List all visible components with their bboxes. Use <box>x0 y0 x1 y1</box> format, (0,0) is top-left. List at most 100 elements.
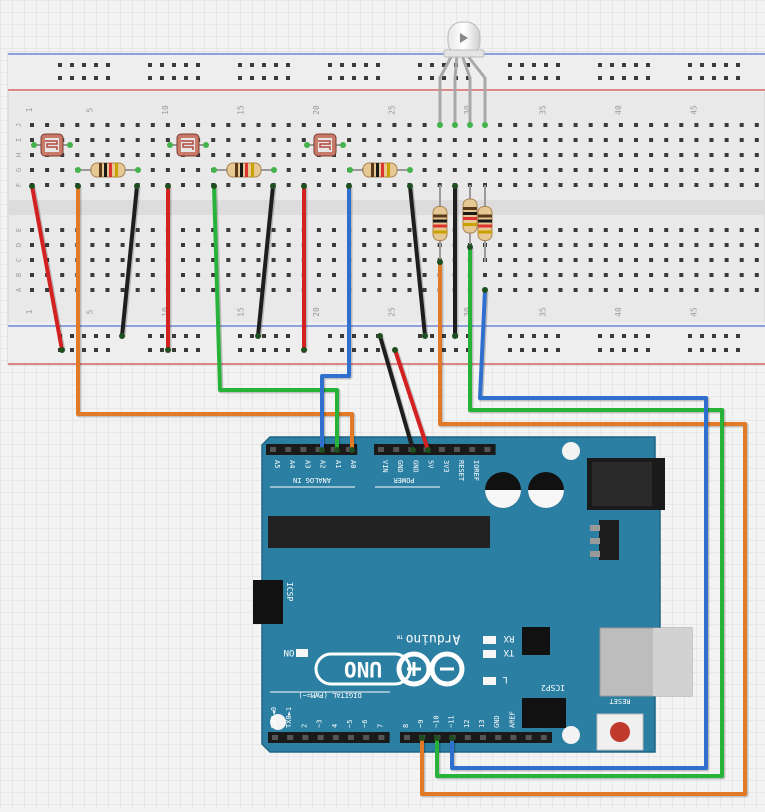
breadboard-hole[interactable] <box>256 288 261 292</box>
breadboard-hole[interactable] <box>181 258 185 262</box>
header-pin[interactable] <box>332 735 339 740</box>
breadboard-hole[interactable] <box>377 153 382 157</box>
breadboard-hole[interactable] <box>150 258 155 262</box>
rail-hole[interactable] <box>262 76 266 80</box>
breadboard-hole[interactable] <box>286 123 291 127</box>
rail-hole[interactable] <box>148 63 152 67</box>
breadboard-hole[interactable] <box>362 273 367 277</box>
breadboard-hole[interactable] <box>135 138 140 142</box>
breadboard-hole[interactable] <box>618 258 623 262</box>
breadboard-hole[interactable] <box>739 273 744 277</box>
breadboard-hole[interactable] <box>573 168 578 172</box>
breadboard-hole[interactable] <box>90 183 95 187</box>
rail-hole[interactable] <box>646 76 650 80</box>
breadboard-hole[interactable] <box>30 258 34 262</box>
breadboard-hole[interactable] <box>407 123 412 127</box>
breadboard-hole[interactable] <box>150 183 155 187</box>
breadboard-hole[interactable] <box>45 288 50 292</box>
breadboard-hole[interactable] <box>105 138 110 142</box>
breadboard-hole[interactable] <box>226 288 231 292</box>
breadboard-hole[interactable] <box>754 288 759 292</box>
rail-hole[interactable] <box>736 334 740 338</box>
breadboard-hole[interactable] <box>45 168 50 172</box>
breadboard-hole[interactable] <box>120 243 125 247</box>
breadboard-hole[interactable] <box>392 288 397 292</box>
rail-hole[interactable] <box>688 63 692 67</box>
rail-hole[interactable] <box>454 348 458 352</box>
breadboard-hole[interactable] <box>513 153 518 157</box>
rail-hole[interactable] <box>508 76 512 80</box>
breadboard-hole[interactable] <box>150 123 155 127</box>
rail-hole[interactable] <box>508 348 512 352</box>
rail-hole[interactable] <box>688 334 692 338</box>
header-pin[interactable] <box>378 735 385 740</box>
breadboard-hole[interactable] <box>165 138 170 142</box>
breadboard-hole[interactable] <box>196 243 201 247</box>
breadboard-hole[interactable] <box>664 288 669 292</box>
breadboard-hole[interactable] <box>724 123 729 127</box>
rail-hole[interactable] <box>544 334 548 338</box>
breadboard-hole[interactable] <box>241 243 246 247</box>
breadboard-hole[interactable] <box>437 168 442 172</box>
breadboard-hole[interactable] <box>301 168 306 172</box>
breadboard-hole[interactable] <box>694 288 699 292</box>
breadboard-hole[interactable] <box>256 183 261 187</box>
breadboard-hole[interactable] <box>30 138 34 142</box>
breadboard-hole[interactable] <box>90 138 95 142</box>
breadboard-hole[interactable] <box>739 258 744 262</box>
breadboard-hole[interactable] <box>301 138 306 142</box>
rail-hole[interactable] <box>544 76 548 80</box>
breadboard-hole[interactable] <box>513 183 518 187</box>
breadboard-hole[interactable] <box>558 183 563 187</box>
breadboard-hole[interactable] <box>256 228 261 232</box>
rail-hole[interactable] <box>364 63 368 67</box>
breadboard-hole[interactable] <box>120 153 125 157</box>
rail-hole[interactable] <box>148 334 152 338</box>
breadboard-hole[interactable] <box>528 123 533 127</box>
breadboard-hole[interactable] <box>513 123 518 127</box>
breadboard-hole[interactable] <box>543 258 548 262</box>
breadboard-hole[interactable] <box>392 273 397 277</box>
rail-hole[interactable] <box>610 334 614 338</box>
rail-hole[interactable] <box>340 334 344 338</box>
breadboard-hole[interactable] <box>301 153 306 157</box>
breadboard-hole[interactable] <box>241 288 246 292</box>
breadboard-hole[interactable] <box>588 123 593 127</box>
rail-hole[interactable] <box>520 63 524 67</box>
breadboard-hole[interactable] <box>181 123 185 127</box>
breadboard-hole[interactable] <box>558 138 563 142</box>
breadboard-hole[interactable] <box>483 153 487 157</box>
rail-hole[interactable] <box>94 334 98 338</box>
breadboard-hole[interactable] <box>573 273 578 277</box>
rail-hole[interactable] <box>700 63 704 67</box>
breadboard-hole[interactable] <box>362 258 367 262</box>
breadboard-hole[interactable] <box>498 183 503 187</box>
breadboard-hole[interactable] <box>528 183 533 187</box>
rail-hole[interactable] <box>286 63 290 67</box>
rail-hole[interactable] <box>274 76 278 80</box>
breadboard-hole[interactable] <box>422 243 427 247</box>
rail-hole[interactable] <box>184 76 188 80</box>
breadboard-hole[interactable] <box>392 183 397 187</box>
breadboard-hole[interactable] <box>45 123 50 127</box>
breadboard-hole[interactable] <box>573 153 578 157</box>
breadboard-hole[interactable] <box>694 168 699 172</box>
breadboard-hole[interactable] <box>105 273 110 277</box>
breadboard-hole[interactable] <box>392 228 397 232</box>
breadboard-hole[interactable] <box>573 243 578 247</box>
breadboard-hole[interactable] <box>513 243 518 247</box>
breadboard-hole[interactable] <box>377 183 382 187</box>
breadboard-hole[interactable] <box>528 138 533 142</box>
rail-hole[interactable] <box>238 76 242 80</box>
breadboard-hole[interactable] <box>316 273 321 277</box>
breadboard-hole[interactable] <box>271 273 276 277</box>
breadboard-hole[interactable] <box>528 273 533 277</box>
breadboard-hole[interactable] <box>649 153 654 157</box>
rail-hole[interactable] <box>70 334 74 338</box>
breadboard-hole[interactable] <box>286 288 291 292</box>
rail-hole[interactable] <box>274 348 278 352</box>
breadboard-hole[interactable] <box>754 273 759 277</box>
breadboard-hole[interactable] <box>452 153 457 157</box>
breadboard-hole[interactable] <box>377 258 382 262</box>
breadboard-hole[interactable] <box>90 228 95 232</box>
